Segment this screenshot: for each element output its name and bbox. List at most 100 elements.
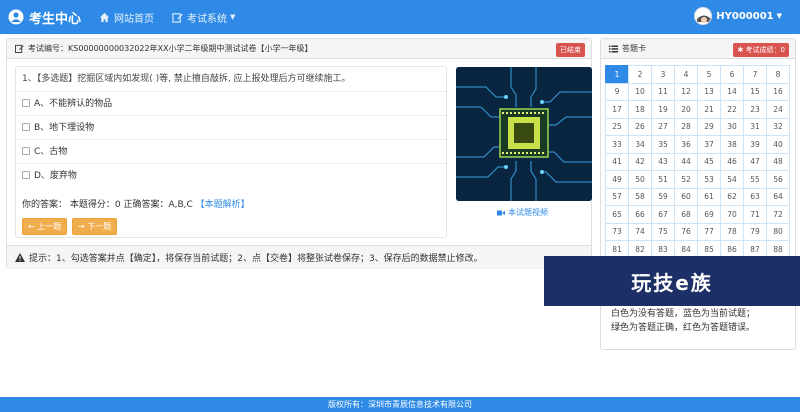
question-number-cell[interactable]: 35 [651,135,675,154]
question-number-cell[interactable]: 44 [674,152,698,171]
question-number-cell[interactable]: 31 [743,117,767,136]
option-d[interactable]: D、废弃物 [16,163,446,185]
question-number-cell[interactable]: 40 [766,135,790,154]
question-number-cell[interactable]: 75 [651,222,675,241]
checkbox[interactable] [22,98,30,107]
question-number-cell[interactable]: 70 [720,205,744,224]
legend-line: 白色为没有答题，蓝色为当前试题； [611,309,756,319]
question-number-cell[interactable]: 77 [697,222,721,241]
question-number-cell[interactable]: 66 [628,205,652,224]
question-number-cell[interactable]: 11 [651,82,675,101]
question-number-cell[interactable]: 61 [697,187,721,206]
question-number-cell[interactable]: 69 [697,205,721,224]
nav-home[interactable]: 网站首页 [99,10,154,25]
question-number-cell[interactable]: 34 [628,135,652,154]
question-number-cell[interactable]: 45 [697,152,721,171]
question-number-cell[interactable]: 78 [720,222,744,241]
question-number-cell[interactable]: 38 [720,135,744,154]
question-number-cell[interactable]: 9 [605,82,629,101]
checkbox[interactable] [22,170,30,179]
question-number-cell[interactable]: 48 [766,152,790,171]
question-number-cell[interactable]: 53 [697,170,721,189]
question-number-cell[interactable]: 3 [651,65,675,84]
checkbox[interactable] [22,122,30,131]
question-number-cell[interactable]: 32 [766,117,790,136]
question-number-cell[interactable]: 14 [720,82,744,101]
question-number-cell[interactable]: 50 [628,170,652,189]
question-number-cell[interactable]: 60 [674,187,698,206]
question-number-cell[interactable]: 80 [766,222,790,241]
question-number-cell[interactable]: 25 [605,117,629,136]
question-number-cell[interactable]: 1 [605,65,629,84]
question-number-cell[interactable]: 59 [651,187,675,206]
question-number-cell[interactable]: 17 [605,100,629,119]
question-number-cell[interactable]: 6 [720,65,744,84]
footer: 版权所有：深圳市青辰信息技术有限公司 [0,397,800,412]
question-number-cell[interactable]: 58 [628,187,652,206]
option-c[interactable]: C、古物 [16,139,446,161]
question-number-cell[interactable]: 62 [720,187,744,206]
question-number-cell[interactable]: 30 [720,117,744,136]
question-number-cell[interactable]: 33 [605,135,629,154]
question-number-cell[interactable]: 12 [674,82,698,101]
question-number-cell[interactable]: 51 [651,170,675,189]
question-number-cell[interactable]: 10 [628,82,652,101]
question-number-cell[interactable]: 23 [743,100,767,119]
question-number-cell[interactable]: 8 [766,65,790,84]
question-number-cell[interactable]: 37 [697,135,721,154]
analysis-link[interactable]: 【本题解析】 [196,200,250,210]
option-a[interactable]: A、不能辨认的物品 [16,91,446,113]
question-number-cell[interactable]: 39 [743,135,767,154]
question-number-cell[interactable]: 46 [720,152,744,171]
question-number-cell[interactable]: 18 [628,100,652,119]
nav-exam-system[interactable]: 考试系统 ▼ [172,10,235,25]
question-number-cell[interactable]: 26 [628,117,652,136]
user-menu[interactable]: HY000001 ▼ [694,7,782,25]
prev-button-label: 上一题 [37,222,62,231]
question-number-cell[interactable]: 72 [766,205,790,224]
question-number-cell[interactable]: 5 [697,65,721,84]
question-number-cell[interactable]: 52 [674,170,698,189]
question-number-cell[interactable]: 67 [651,205,675,224]
question-number-cell[interactable]: 29 [697,117,721,136]
question-number-cell[interactable]: 65 [605,205,629,224]
question-number-cell[interactable]: 47 [743,152,767,171]
question-number-cell[interactable]: 43 [651,152,675,171]
question-number-cell[interactable]: 41 [605,152,629,171]
question-number-cell[interactable]: 68 [674,205,698,224]
user-circle-icon [8,9,24,25]
question-number-cell[interactable]: 16 [766,82,790,101]
brand[interactable]: 考生中心 [8,8,81,27]
question-number-cell[interactable]: 76 [674,222,698,241]
question-number-cell[interactable]: 42 [628,152,652,171]
question-number-cell[interactable]: 36 [674,135,698,154]
question-number-cell[interactable]: 55 [743,170,767,189]
question-number-cell[interactable]: 74 [628,222,652,241]
question-number-cell[interactable]: 71 [743,205,767,224]
question-number-cell[interactable]: 54 [720,170,744,189]
question-number-cell[interactable]: 2 [628,65,652,84]
question-number-cell[interactable]: 64 [766,187,790,206]
question-number-cell[interactable]: 79 [743,222,767,241]
question-number-cell[interactable]: 27 [651,117,675,136]
question-number-cell[interactable]: 73 [605,222,629,241]
next-button[interactable]: → 下一题 [72,218,118,235]
question-number-cell[interactable]: 63 [743,187,767,206]
question-number-cell[interactable]: 57 [605,187,629,206]
question-number-cell[interactable]: 49 [605,170,629,189]
checkbox[interactable] [22,146,30,155]
question-number-cell[interactable]: 22 [720,100,744,119]
question-number-cell[interactable]: 13 [697,82,721,101]
question-number-cell[interactable]: 7 [743,65,767,84]
question-number-cell[interactable]: 24 [766,100,790,119]
question-number-cell[interactable]: 20 [674,100,698,119]
question-number-cell[interactable]: 56 [766,170,790,189]
question-number-cell[interactable]: 4 [674,65,698,84]
prev-button[interactable]: ← 上一题 [22,218,68,235]
video-link[interactable]: 本试题视频 [497,207,548,218]
option-b[interactable]: B、地下埋设物 [16,115,446,137]
question-number-cell[interactable]: 28 [674,117,698,136]
question-number-cell[interactable]: 21 [697,100,721,119]
question-number-cell[interactable]: 15 [743,82,767,101]
question-number-cell[interactable]: 19 [651,100,675,119]
